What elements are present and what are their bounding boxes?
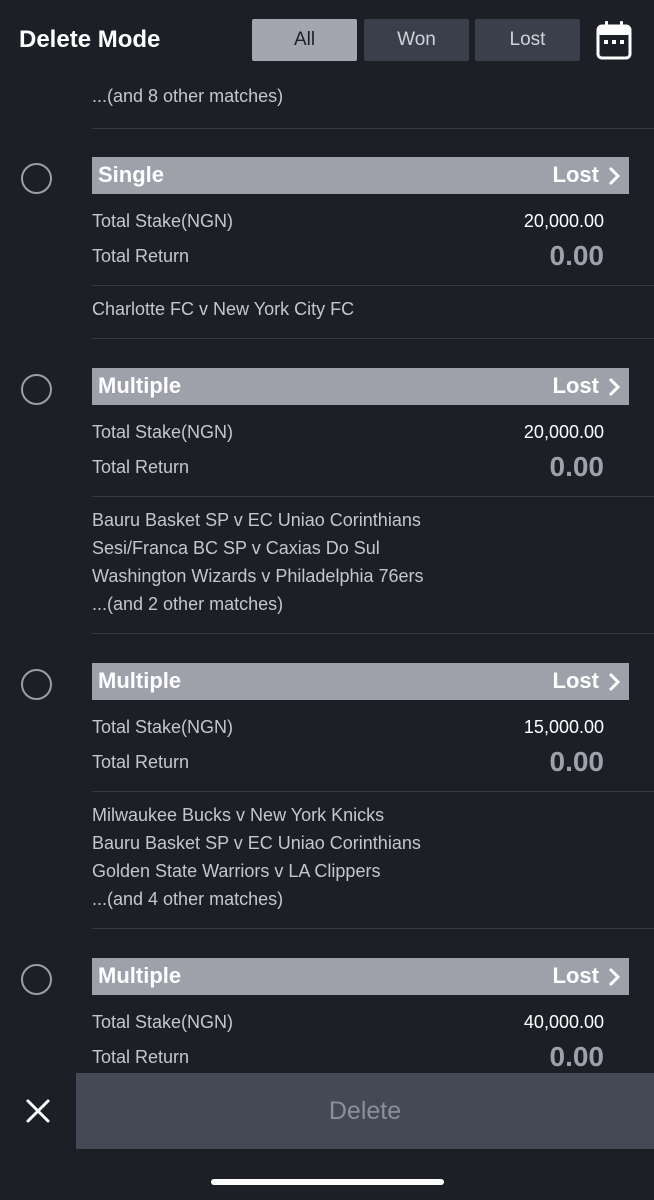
bet-header[interactable]: Multiple Lost bbox=[92, 958, 629, 995]
chevron-right-icon bbox=[608, 166, 621, 186]
close-button[interactable] bbox=[0, 1073, 76, 1149]
bet-status: Lost bbox=[552, 162, 599, 187]
filter-all-button[interactable]: All bbox=[252, 19, 357, 61]
divider bbox=[92, 633, 654, 634]
return-label: Total Return bbox=[92, 752, 190, 772]
return-value: 0.00 bbox=[549, 451, 605, 482]
return-value: 0.00 bbox=[549, 240, 605, 271]
return-label: Total Return bbox=[92, 1047, 190, 1067]
stake-value: 15,000.00 bbox=[523, 717, 604, 737]
bet-status: Lost bbox=[552, 668, 599, 693]
chevron-right-icon bbox=[608, 672, 621, 692]
stake-value: 40,000.00 bbox=[523, 1012, 604, 1032]
stake-label: Total Stake(NGN) bbox=[92, 422, 234, 442]
stake-value: 20,000.00 bbox=[523, 422, 604, 442]
filter-lost-button[interactable]: Lost bbox=[475, 19, 580, 61]
divider bbox=[92, 338, 654, 339]
match-item: Bauru Basket SP v EC Uniao Corinthians bbox=[92, 833, 421, 853]
divider bbox=[92, 791, 654, 792]
divider bbox=[92, 285, 654, 286]
stake-label: Total Stake(NGN) bbox=[92, 211, 234, 231]
chevron-right-icon bbox=[608, 967, 621, 987]
bottom-action-bar: Delete bbox=[0, 1073, 654, 1200]
bet-header[interactable]: Multiple Lost bbox=[92, 368, 629, 405]
select-radio[interactable] bbox=[21, 163, 52, 194]
calendar-icon[interactable] bbox=[596, 20, 632, 60]
return-value: 0.00 bbox=[549, 1041, 605, 1072]
divider bbox=[92, 928, 654, 929]
divider bbox=[92, 128, 654, 129]
match-item: Bauru Basket SP v EC Uniao Corinthians bbox=[92, 510, 421, 530]
delete-mode-screen: ...(and 8 other matches) Single Lost Tot… bbox=[0, 0, 654, 1200]
home-indicator bbox=[211, 1179, 444, 1185]
bet-header[interactable]: Multiple Lost bbox=[92, 663, 629, 700]
delete-button[interactable]: Delete bbox=[76, 1073, 654, 1149]
select-radio[interactable] bbox=[21, 669, 52, 700]
stake-value: 20,000.00 bbox=[523, 211, 604, 231]
bet-status: Lost bbox=[552, 373, 599, 398]
match-item: Milwaukee Bucks v New York Knicks bbox=[92, 805, 385, 825]
bet-type: Multiple bbox=[98, 668, 182, 693]
return-label: Total Return bbox=[92, 246, 190, 266]
header: Delete Mode All Won Lost bbox=[0, 0, 654, 80]
stake-label: Total Stake(NGN) bbox=[92, 717, 234, 737]
chevron-right-icon bbox=[608, 377, 621, 397]
select-radio[interactable] bbox=[21, 374, 52, 405]
bet-header[interactable]: Single Lost bbox=[92, 157, 629, 194]
match-item: Charlotte FC v New York City FC bbox=[92, 299, 355, 319]
bet-type: Multiple bbox=[98, 373, 182, 398]
return-value: 0.00 bbox=[549, 746, 605, 777]
select-radio[interactable] bbox=[21, 964, 52, 995]
stake-label: Total Stake(NGN) bbox=[92, 1012, 234, 1032]
filter-won-button[interactable]: Won bbox=[364, 19, 469, 61]
bet-list[interactable]: ...(and 8 other matches) Single Lost Tot… bbox=[0, 0, 654, 1200]
match-item: Washington Wizards v Philadelphia 76ers bbox=[92, 566, 424, 586]
match-item: Golden State Warriors v LA Clippers bbox=[92, 861, 381, 881]
match-item: Sesi/Franca BC SP v Caxias Do Sul bbox=[92, 538, 380, 558]
bet-type: Multiple bbox=[98, 963, 182, 988]
match-item: ...(and 2 other matches) bbox=[92, 594, 284, 614]
return-label: Total Return bbox=[92, 457, 190, 477]
close-icon bbox=[26, 1099, 50, 1123]
bet-status: Lost bbox=[552, 963, 599, 988]
match-item: ...(and 4 other matches) bbox=[92, 889, 284, 909]
page-title: Delete Mode bbox=[19, 26, 161, 53]
divider bbox=[92, 496, 654, 497]
bet-type: Single bbox=[98, 162, 165, 187]
more-matches-text: ...(and 8 other matches) bbox=[92, 86, 284, 106]
